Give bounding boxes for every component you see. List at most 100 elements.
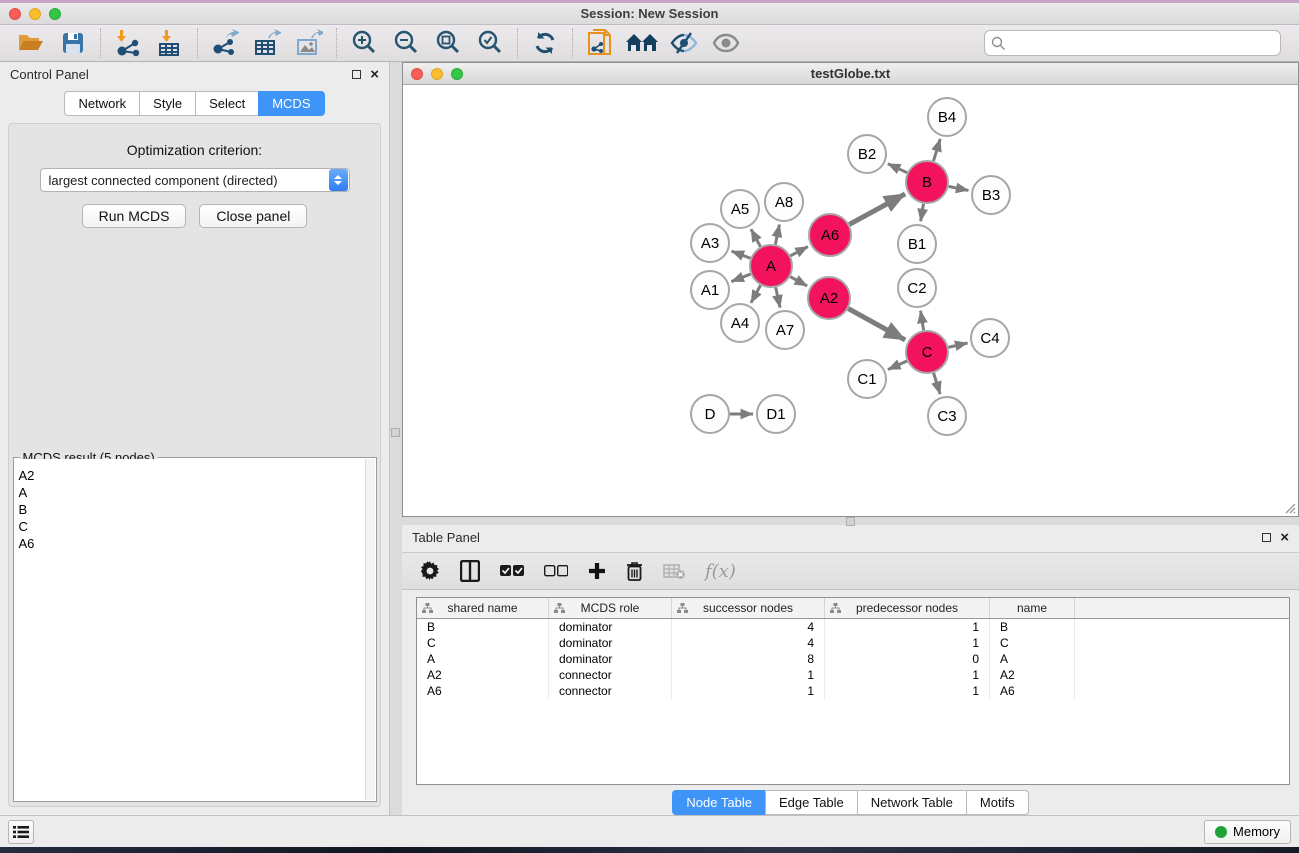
delete-table-button[interactable] xyxy=(663,556,685,586)
edge-A-A1[interactable] xyxy=(731,274,750,282)
network-from-file-button[interactable] xyxy=(579,27,621,59)
edge-A6-B[interactable] xyxy=(849,194,905,224)
result-item[interactable]: A xyxy=(15,484,365,501)
result-item[interactable]: A6 xyxy=(15,535,365,552)
column-header-predecessor-nodes[interactable]: predecessor nodes xyxy=(825,598,990,618)
export-table-button[interactable] xyxy=(246,27,288,59)
close-panel-icon[interactable]: × xyxy=(370,70,379,80)
tab-edge-table[interactable]: Edge Table xyxy=(765,790,857,815)
birds-eye-view-button[interactable] xyxy=(705,27,747,59)
table-row[interactable]: Adominator80A xyxy=(417,651,1289,667)
home-button[interactable] xyxy=(621,27,663,59)
unselect-all-columns-button[interactable] xyxy=(544,556,568,586)
result-item[interactable]: C xyxy=(15,518,365,535)
edge-B-B4[interactable] xyxy=(933,139,940,161)
node-C2[interactable]: C2 xyxy=(898,269,936,307)
tab-style[interactable]: Style xyxy=(139,91,195,116)
node-B4[interactable]: B4 xyxy=(928,98,966,136)
node-C[interactable]: C xyxy=(906,331,948,373)
export-image-button[interactable] xyxy=(288,27,330,59)
create-column-button[interactable] xyxy=(588,556,606,586)
open-session-button[interactable] xyxy=(10,27,52,59)
edge-A-A3[interactable] xyxy=(732,251,751,258)
node-A3[interactable]: A3 xyxy=(691,224,729,262)
node-A4[interactable]: A4 xyxy=(721,304,759,342)
edge-C-C3[interactable] xyxy=(934,373,941,394)
function-builder-button[interactable]: f(x) xyxy=(705,556,736,586)
search-input[interactable] xyxy=(1006,36,1274,51)
resize-grip-icon[interactable] xyxy=(1282,500,1296,514)
node-A8[interactable]: A8 xyxy=(765,183,803,221)
node-C4[interactable]: C4 xyxy=(971,319,1009,357)
select-all-columns-button[interactable] xyxy=(500,556,524,586)
edge-A-A6[interactable] xyxy=(790,247,807,256)
column-header-shared-name[interactable]: shared name xyxy=(417,598,549,618)
tab-motifs[interactable]: Motifs xyxy=(966,790,1029,815)
zoom-fit-button[interactable] xyxy=(427,27,469,59)
node-A[interactable]: A xyxy=(750,245,792,287)
memory-button[interactable]: Memory xyxy=(1204,820,1291,844)
show-column-button[interactable] xyxy=(460,556,480,586)
node-D[interactable]: D xyxy=(691,395,729,433)
edge-A-A7[interactable] xyxy=(776,287,780,307)
zoom-in-button[interactable] xyxy=(343,27,385,59)
criterion-dropdown[interactable]: largest connected component (directed) xyxy=(40,168,350,192)
edge-B-B1[interactable] xyxy=(921,204,924,222)
table-row[interactable]: Cdominator41C xyxy=(417,635,1289,651)
node-B2[interactable]: B2 xyxy=(848,135,886,173)
result-scrollbar[interactable] xyxy=(365,459,375,800)
splitter-collapse-handle[interactable] xyxy=(391,428,400,437)
node-B1[interactable]: B1 xyxy=(898,225,936,263)
hide-graphics-details-button[interactable] xyxy=(663,27,705,59)
float-panel-icon[interactable] xyxy=(352,70,361,79)
edge-A-A5[interactable] xyxy=(751,229,761,246)
vertical-splitter[interactable] xyxy=(390,62,402,815)
tab-node-table[interactable]: Node Table xyxy=(672,790,765,815)
result-item[interactable]: B xyxy=(15,501,365,518)
horizontal-splitter[interactable] xyxy=(402,517,1299,525)
close-panel-icon[interactable]: × xyxy=(1280,533,1289,543)
export-network-button[interactable] xyxy=(204,27,246,59)
column-header-MCDS-role[interactable]: MCDS role xyxy=(549,598,672,618)
zoom-selected-button[interactable] xyxy=(469,27,511,59)
tab-mcds[interactable]: MCDS xyxy=(258,91,324,116)
float-panel-icon[interactable] xyxy=(1262,533,1271,542)
network-canvas[interactable]: B4 B2 B B3 A8A5 A6 A3 B1 A C2 A1 A2 A4A7 C4 C C1 D D1 C3 xyxy=(403,85,1298,516)
edge-C-C2[interactable] xyxy=(921,311,924,331)
search-field[interactable] xyxy=(984,30,1281,56)
network-graph[interactable]: B4 B2 B B3 A8A5 A6 A3 B1 A C2 A1 A2 A4A7 C4 C C1 D D1 C3 xyxy=(403,85,1297,513)
delete-columns-button[interactable] xyxy=(626,556,643,586)
node-B[interactable]: B xyxy=(906,161,948,203)
node-A1[interactable]: A1 xyxy=(691,271,729,309)
edge-A-A4[interactable] xyxy=(751,285,761,302)
edge-C-C1[interactable] xyxy=(888,361,907,370)
tab-select[interactable]: Select xyxy=(195,91,258,116)
edge-B-B2[interactable] xyxy=(888,164,907,173)
node-A2[interactable]: A2 xyxy=(808,277,850,319)
node-B3[interactable]: B3 xyxy=(972,176,1010,214)
import-table-button[interactable] xyxy=(149,27,191,59)
table-row[interactable]: A2connector11A2 xyxy=(417,667,1289,683)
table-row[interactable]: A6connector11A6 xyxy=(417,683,1289,699)
node-A6[interactable]: A6 xyxy=(809,214,851,256)
import-network-button[interactable] xyxy=(107,27,149,59)
table-options-button[interactable] xyxy=(420,556,440,586)
zoom-out-button[interactable] xyxy=(385,27,427,59)
node-A7[interactable]: A7 xyxy=(766,311,804,349)
edge-B-B3[interactable] xyxy=(949,186,969,190)
node-C1[interactable]: C1 xyxy=(848,360,886,398)
edge-C-C4[interactable] xyxy=(948,343,967,347)
column-header-name[interactable]: name xyxy=(990,598,1075,618)
edge-A-A2[interactable] xyxy=(790,277,807,286)
node-D1[interactable]: D1 xyxy=(757,395,795,433)
column-header-successor-nodes[interactable]: successor nodes xyxy=(672,598,825,618)
edge-A-A8[interactable] xyxy=(775,225,779,245)
tab-network-table[interactable]: Network Table xyxy=(857,790,966,815)
node-C3[interactable]: C3 xyxy=(928,397,966,435)
run-mcds-button[interactable]: Run MCDS xyxy=(82,204,187,228)
close-panel-button[interactable]: Close panel xyxy=(199,204,307,228)
node-A5[interactable]: A5 xyxy=(721,190,759,228)
save-session-button[interactable] xyxy=(52,27,94,59)
edge-A2-C[interactable] xyxy=(848,309,905,340)
tab-network[interactable]: Network xyxy=(64,91,139,116)
